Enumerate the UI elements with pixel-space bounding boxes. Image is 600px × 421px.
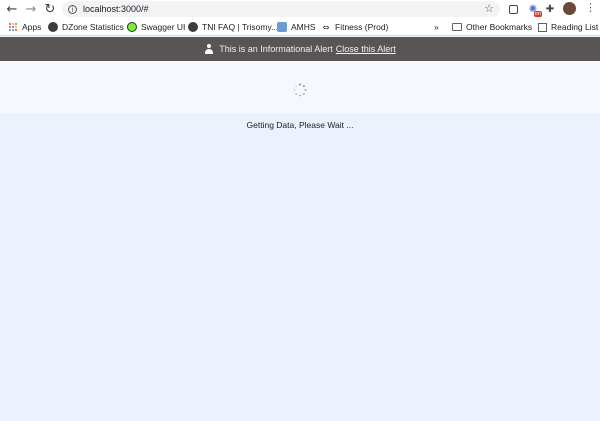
bookmark-apps[interactable]: Apps <box>8 22 41 32</box>
apps-grid-icon <box>8 22 18 32</box>
menu-icon[interactable]: ⋮ <box>585 1 596 14</box>
arrow-right-icon[interactable]: → <box>22 0 40 18</box>
reading-list[interactable]: Reading List <box>537 22 598 32</box>
close-alert-link[interactable]: Close this Alert <box>336 44 396 54</box>
other-bookmarks-label: Other Bookmarks <box>466 22 533 32</box>
info-alert: This is an Informational Alert Close thi… <box>0 37 600 61</box>
arrows-icon: ⇔ <box>322 22 330 32</box>
bookmark-label: Swagger UI <box>141 22 186 32</box>
url-text[interactable]: localhost:3000/# <box>83 4 149 14</box>
reading-list-label: Reading List <box>551 22 599 32</box>
extension-badge-icon[interactable]: ✺ on <box>527 3 542 17</box>
bookmark-swagger-ui[interactable]: Swagger UI <box>127 22 185 32</box>
reload-icon[interactable]: ↻ <box>41 0 59 18</box>
avatar[interactable] <box>563 2 576 15</box>
bookmark-label: TNI FAQ | Trisomy... <box>202 22 279 32</box>
bookmarks-overflow[interactable]: » <box>434 22 439 32</box>
bookmark-dzone-statistics[interactable]: DZone Statistics <box>48 22 124 32</box>
extension-icon[interactable] <box>507 3 519 15</box>
info-icon[interactable]: i <box>68 4 77 14</box>
folder-icon <box>452 22 462 32</box>
bookmark-amhs[interactable]: AMHS <box>277 22 316 32</box>
other-bookmarks[interactable]: Other Bookmarks <box>452 22 532 32</box>
user-icon <box>204 44 214 54</box>
arrow-left-icon[interactable]: ← <box>3 0 21 18</box>
bookmark-fitness-prod[interactable]: ⇔ Fitness (Prod) <box>321 22 389 32</box>
bookmarks-bar: Apps DZone Statistics Swagger UI TNI FAQ… <box>0 19 600 36</box>
reading-list-icon <box>537 22 547 32</box>
bookmark-label: Fitness (Prod) <box>335 22 389 32</box>
address-bar[interactable]: i localhost:3000/# ☆ <box>62 1 500 17</box>
globe-icon <box>48 22 58 32</box>
overflow-chevron-icon: » <box>434 22 439 32</box>
bookmark-label: Apps <box>22 22 42 32</box>
browser-toolbar: ← → ↻ i localhost:3000/# ☆ ✺ on ✚ ⋮ <box>0 0 600 19</box>
spinner-icon <box>293 83 307 97</box>
star-icon[interactable]: ☆ <box>484 2 494 15</box>
bookmark-label: DZone Statistics <box>62 22 124 32</box>
bookmark-label: AMHS <box>291 22 316 32</box>
loading-status-text: Getting Data, Please Wait ... <box>246 120 354 130</box>
globe-icon <box>188 22 198 32</box>
swagger-icon <box>127 22 137 32</box>
bookmark-tni-faq[interactable]: TNI FAQ | Trisomy... <box>188 22 278 32</box>
puzzle-icon[interactable]: ✚ <box>544 3 556 15</box>
amhs-icon <box>277 22 287 32</box>
alert-message: This is an Informational Alert <box>219 44 333 54</box>
